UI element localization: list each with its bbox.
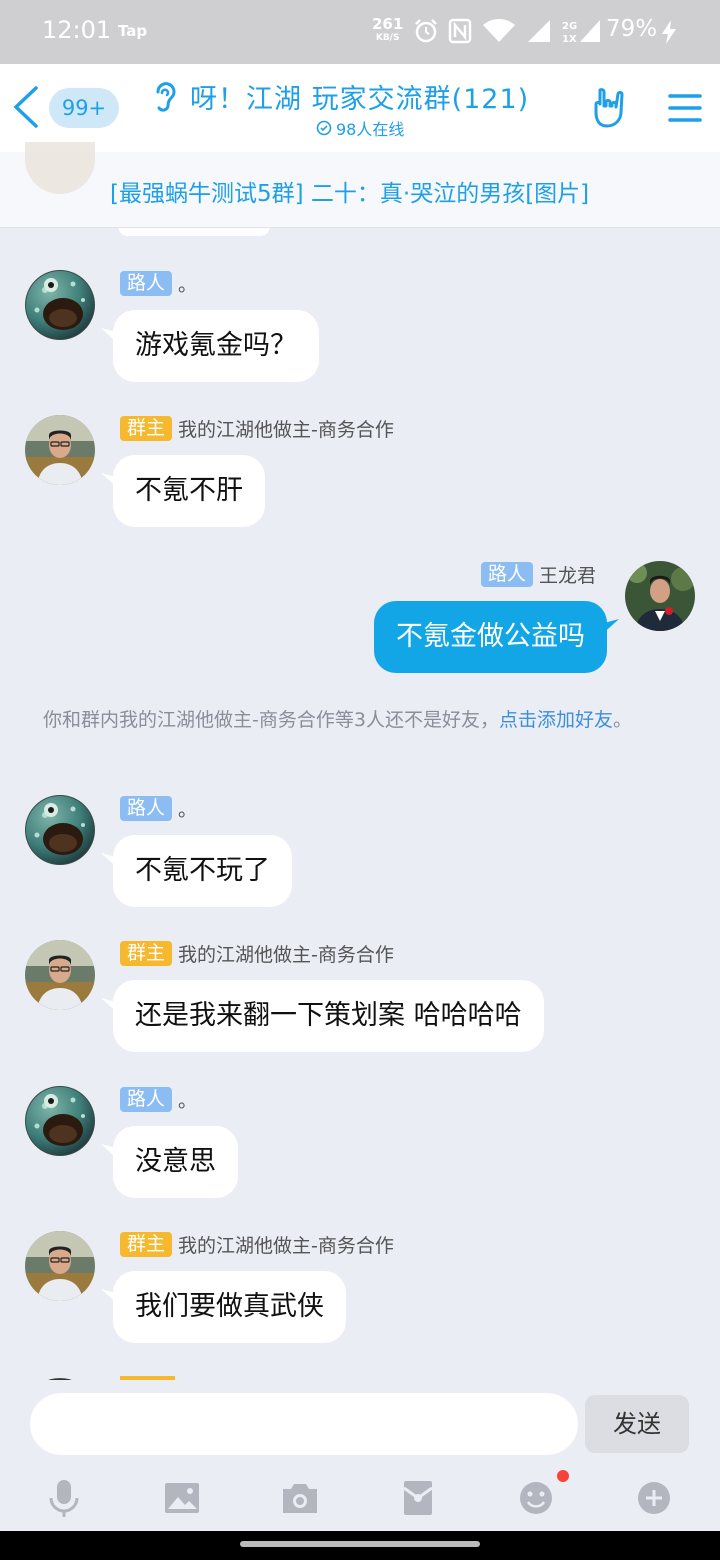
- self-avatar[interactable]: [625, 561, 695, 631]
- message-bubble[interactable]: 游戏氪金吗？: [113, 310, 319, 382]
- svg-text:1X: 1X: [562, 34, 577, 44]
- network-speed-unit: KB/S: [375, 33, 400, 43]
- signal-icon: [528, 20, 550, 42]
- notification-dot: [557, 1470, 569, 1482]
- sender-name: 我的江湖他做主-商务合作: [178, 418, 394, 441]
- system-note: 你和群内我的江湖他做主-商务合作等3人还不是好友，点击添加好友。: [43, 708, 673, 733]
- navigation-bar: [0, 1531, 720, 1560]
- chat-header: 99+ 呀！江湖 玩家交流群(121) 98人在线: [0, 64, 720, 152]
- svg-text:2G: 2G: [562, 21, 577, 32]
- status-app-name: Tap: [118, 22, 148, 40]
- avatar: [25, 142, 95, 194]
- check-circle-icon: [316, 120, 332, 136]
- input-toolbar: [0, 1476, 720, 1520]
- wifi-icon: [483, 19, 515, 42]
- nfc-icon: [448, 18, 472, 44]
- role-tag: 群主: [120, 1231, 173, 1257]
- charging-icon: [662, 20, 676, 44]
- status-icons: 2G 1X: [414, 18, 602, 44]
- ear-icon: [156, 82, 176, 112]
- owner-avatar[interactable]: [25, 415, 95, 485]
- sender-meta: 群主 我的江湖他做主-商务合作: [120, 940, 394, 966]
- sender-name: 。: [178, 273, 198, 296]
- add-friend-link[interactable]: 点击添加好友: [499, 709, 613, 731]
- fish-avatar[interactable]: [25, 270, 95, 340]
- message-bubble[interactable]: 不氪不玩了: [113, 835, 292, 907]
- camera-icon[interactable]: [278, 1476, 322, 1520]
- sender-name: 我的江湖他做主-商务合作: [178, 1234, 394, 1257]
- back-arrow-icon[interactable]: [8, 82, 44, 132]
- role-tag: 路人: [480, 561, 533, 587]
- owner-avatar[interactable]: [25, 940, 95, 1010]
- online-status: 98人在线: [316, 116, 404, 140]
- mic-icon[interactable]: [42, 1476, 86, 1520]
- message-bubble[interactable]: 没意思: [113, 1126, 238, 1198]
- network-speed: 261 KB/S: [372, 17, 403, 45]
- sender-meta: 路人 。: [120, 795, 197, 821]
- owner-avatar[interactable]: [25, 1231, 95, 1301]
- signal-2g-icon: 2G1X: [562, 20, 600, 44]
- sender-meta: 群主 我的江湖他做主-商务合作: [120, 1231, 394, 1257]
- role-tag: 路人: [120, 1086, 173, 1112]
- fish-avatar[interactable]: [25, 1086, 95, 1156]
- message-bubble[interactable]: 不氪金做公益吗: [374, 601, 607, 673]
- sender-name: 我的江湖他做主-商务合作: [178, 943, 394, 966]
- message-bubble[interactable]: 不氪不肝: [113, 455, 265, 527]
- alarm-icon: [415, 19, 437, 43]
- unread-badge[interactable]: 99+: [49, 88, 119, 128]
- sender-name: 王龙君: [538, 564, 596, 587]
- sender-name: 。: [178, 1089, 198, 1112]
- pinned-announcement[interactable]: [最强蜗牛测试5群] 二十：真·哭泣的男孩[图片]: [0, 142, 720, 228]
- role-tag: 路人: [120, 795, 173, 821]
- status-bar: 12:01 Tap 261 KB/S 2G 1X 79%: [0, 0, 720, 64]
- group-title[interactable]: 呀！江湖 玩家交流群(121): [190, 77, 529, 116]
- role-tag: 路人: [120, 270, 173, 296]
- send-button[interactable]: 发送: [585, 1395, 689, 1453]
- emoji-icon[interactable]: [514, 1476, 558, 1520]
- system-note-text: 你和群内我的江湖他做主-商务合作等3人还不是好友，: [43, 709, 499, 731]
- plus-icon[interactable]: [632, 1476, 676, 1520]
- rock-hand-icon[interactable]: [592, 86, 632, 130]
- image-icon[interactable]: [160, 1476, 204, 1520]
- role-tag: 群主: [120, 415, 173, 441]
- sender-meta: 路人 王龙君: [480, 561, 596, 587]
- battery-level: 79%: [606, 16, 658, 42]
- sender-meta: 路人 。: [120, 270, 197, 296]
- message-input[interactable]: [30, 1393, 578, 1455]
- pinned-text: [最强蜗牛测试5群] 二十：真·哭泣的男孩[图片]: [110, 181, 590, 207]
- fish-avatar[interactable]: [25, 795, 95, 865]
- message-bubble[interactable]: 还是我来翻一下策划案 哈哈哈哈: [113, 980, 544, 1052]
- menu-icon[interactable]: [668, 91, 702, 125]
- sender-name: 。: [178, 798, 198, 821]
- status-time: 12:01: [42, 16, 112, 44]
- role-tag: 群主: [120, 940, 173, 966]
- redpacket-icon[interactable]: [396, 1476, 440, 1520]
- system-note-end: 。: [612, 709, 632, 731]
- online-count: 98人在线: [336, 120, 405, 139]
- sender-meta: 群主 我的江湖他做主-商务合作: [120, 415, 394, 441]
- message-bubble[interactable]: 我们要做真武侠: [113, 1271, 346, 1343]
- home-indicator[interactable]: [240, 1541, 480, 1547]
- sender-meta: 路人 。: [120, 1086, 197, 1112]
